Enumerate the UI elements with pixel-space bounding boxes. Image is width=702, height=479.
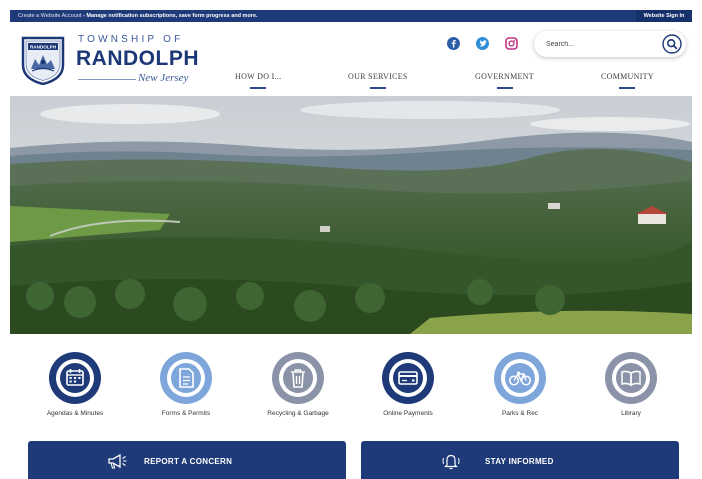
logo-divider (78, 79, 136, 80)
logo-township-text: TOWNSHIP OF (78, 34, 184, 45)
facebook-icon[interactable] (447, 37, 460, 50)
report-concern-button[interactable]: REPORT A CONCERN (28, 441, 346, 479)
instagram-icon[interactable] (505, 37, 518, 50)
nav-how-do-i[interactable]: HOW DO I... (235, 72, 281, 89)
megaphone-icon (108, 453, 127, 469)
document-icon (167, 359, 205, 397)
top-utility-bar: Create a Website Account - Manage notifi… (10, 10, 692, 22)
quick-link-online-payments[interactable]: Online Payments (358, 352, 458, 417)
quick-link-agendas-minutes[interactable]: Agendas & Minutes (25, 352, 125, 417)
quick-link-label: Library (621, 410, 641, 417)
quick-link-ring (272, 352, 324, 404)
quick-link-label: Online Payments (383, 410, 433, 417)
search-icon[interactable] (662, 34, 682, 54)
nav-our-services[interactable]: OUR SERVICES (348, 72, 408, 89)
quick-link-label: Forms & Permits (161, 410, 211, 417)
account-promo-link[interactable]: Create a Website Account - Manage notifi… (18, 10, 258, 22)
site-header: RANDOLPH TOWNSHIP OF RANDOLPH New Jersey… (10, 22, 692, 96)
quick-link-parks-rec[interactable]: Parks & Rec (470, 352, 570, 417)
quick-link-ring (382, 352, 434, 404)
nav-underline (369, 87, 386, 89)
website-sign-in-button[interactable]: Website Sign In (636, 10, 692, 22)
township-seal-logo[interactable]: RANDOLPH (20, 35, 66, 85)
logo-randolph-text[interactable]: RANDOLPH (76, 47, 199, 71)
nav-underline (619, 87, 636, 89)
quick-link-ring (494, 352, 546, 404)
svg-text:RANDOLPH: RANDOLPH (30, 44, 57, 49)
trash-icon (279, 359, 317, 397)
calendar-icon (56, 359, 94, 397)
nav-government[interactable]: GOVERNMENT (475, 72, 534, 89)
quick-link-label: Parks & Rec (501, 410, 539, 417)
quick-link-ring (160, 352, 212, 404)
quick-link-label: Agendas & Minutes (46, 410, 104, 417)
credit-card-icon (389, 359, 427, 397)
nav-underline (496, 87, 513, 89)
quick-link-forms-permits[interactable]: Forms & Permits (136, 352, 236, 417)
quick-link-label: Recycling & Garbage (267, 410, 329, 417)
bicycle-icon (501, 359, 539, 397)
hero-landscape-image (10, 96, 692, 334)
quick-link-recycling-garbage[interactable]: Recycling & Garbage (248, 352, 348, 417)
quick-link-library[interactable]: Library (581, 352, 681, 417)
bell-icon (442, 454, 460, 470)
search-box (534, 31, 686, 57)
book-icon (612, 359, 650, 397)
stay-informed-button[interactable]: STAY INFORMED (361, 441, 679, 479)
twitter-icon[interactable] (476, 37, 489, 50)
logo-state-text: New Jersey (138, 72, 189, 84)
report-concern-label: REPORT A CONCERN (144, 457, 233, 466)
nav-community[interactable]: COMMUNITY (601, 72, 654, 89)
quick-link-ring (49, 352, 101, 404)
nav-underline (250, 87, 267, 89)
quick-link-ring (605, 352, 657, 404)
stay-informed-label: STAY INFORMED (485, 457, 554, 466)
search-input[interactable] (546, 37, 654, 51)
